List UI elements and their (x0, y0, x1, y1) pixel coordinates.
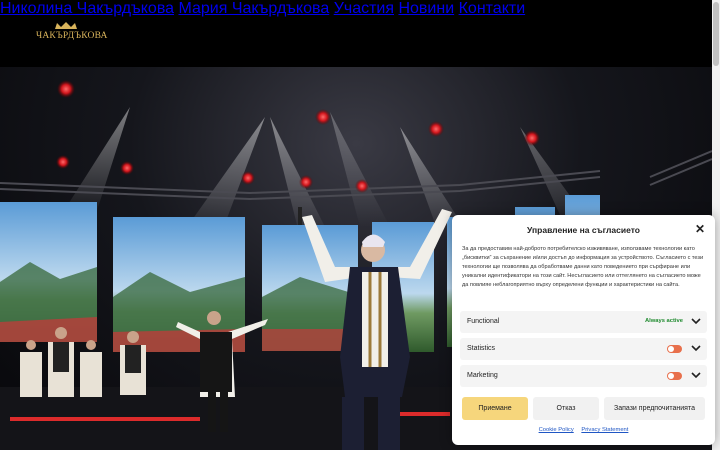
scrollbar-thumb[interactable] (713, 2, 719, 66)
always-active-label: Always active (644, 318, 683, 324)
category-name: Functional (467, 318, 500, 325)
toggle-knob (668, 346, 674, 352)
nav-item-nikolina[interactable]: Николина Чакърдъкова (0, 0, 174, 17)
accept-button[interactable]: Приемане (462, 397, 528, 420)
consent-category-statistics[interactable]: Statistics (460, 338, 707, 360)
save-preferences-button[interactable]: Запази предпочитанията (604, 397, 705, 420)
chevron-down-icon[interactable] (691, 343, 701, 353)
consent-category-marketing[interactable]: Marketing (460, 365, 707, 387)
toggle-knob (668, 373, 674, 379)
consent-links: Cookie Policy Privacy Statement (452, 427, 715, 433)
deny-button[interactable]: Отказ (533, 397, 599, 420)
close-icon[interactable]: ✕ (695, 223, 705, 235)
crown-icon (55, 22, 77, 29)
privacy-statement-link[interactable]: Privacy Statement (581, 427, 628, 433)
consent-text: За да предоставим най-доброто потребител… (462, 246, 704, 288)
nav-item-news[interactable]: Новини (398, 0, 454, 17)
logo-text: ЧАКЪРДЪКОВА (36, 31, 108, 41)
chevron-down-icon[interactable] (691, 316, 701, 326)
consent-dialog: Управление на съгласието ✕ За да предост… (452, 215, 715, 445)
nav-item-maria[interactable]: Мария Чакърдъкова (179, 0, 330, 17)
site-header: ЧАКЪРДЪКОВА Николина Чакърдъкова Мария Ч… (0, 0, 712, 67)
site-logo[interactable]: ЧАКЪРДЪКОВА (36, 22, 108, 44)
consent-category-functional[interactable]: Functional Always active (460, 311, 707, 333)
nav-item-participations[interactable]: Участия (334, 0, 394, 17)
category-name: Statistics (467, 345, 496, 352)
page: ЧАКЪРДЪКОВА Николина Чакърдъкова Мария Ч… (0, 0, 720, 450)
consent-title: Управление на съгласието (527, 225, 640, 235)
chevron-down-icon[interactable] (691, 370, 701, 380)
category-name: Marketing (467, 372, 498, 379)
nav-item-contacts[interactable]: Контакти (459, 0, 526, 17)
marketing-toggle[interactable] (667, 372, 682, 380)
statistics-toggle[interactable] (667, 345, 682, 353)
cookie-policy-link[interactable]: Cookie Policy (539, 427, 574, 433)
